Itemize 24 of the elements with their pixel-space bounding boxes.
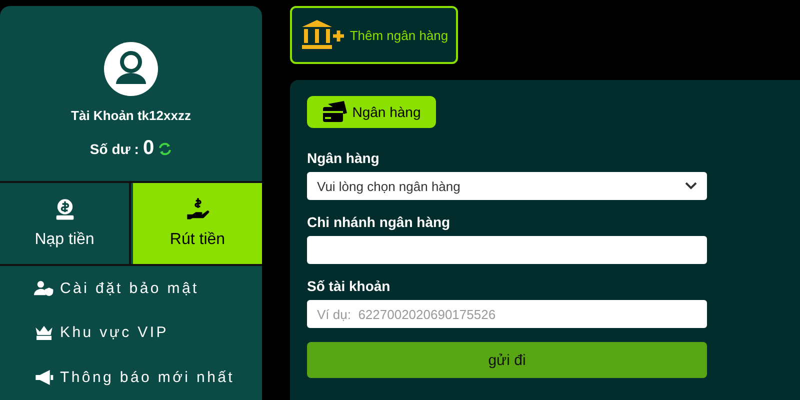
bank-plus-icon [300,19,346,51]
field-label: Số tài khoản [307,278,392,294]
user-shield-icon [34,280,54,297]
balance-label: Số dư : [90,140,139,156]
balance-value: 0 [142,137,154,160]
user-avatar-icon [104,42,158,96]
menu-item[interactable]: Khu vực VIP [0,310,262,356]
withdraw-tile[interactable]: Rút tiền [133,182,262,264]
field-label: Ngân hàng [307,150,380,166]
submit-button[interactable]: gửi đi [307,342,707,378]
account-name: Tài Khoản tk12xxzz [71,108,191,123]
bank-tab[interactable]: Ngân hàng [307,96,436,128]
menu-item[interactable]: Thông báo mới nhất [0,355,262,400]
add-bank-button[interactable]: Thêm ngân hàng [290,6,458,64]
megaphone-icon [34,369,54,386]
chevron-down-icon [685,182,697,190]
crown-icon [34,324,54,342]
input-field[interactable] [307,236,707,264]
cards-icon [322,101,348,123]
menu-item[interactable]: Cài đặt bảo mật [0,266,262,311]
input-field[interactable]: Ví dụ: 6227002020690175526 [307,300,707,328]
field-label: Chi nhánh ngân hàng [307,214,452,230]
refresh-icon[interactable] [158,142,172,156]
bank-select[interactable]: Vui lòng chọn ngân hàng [307,172,707,200]
